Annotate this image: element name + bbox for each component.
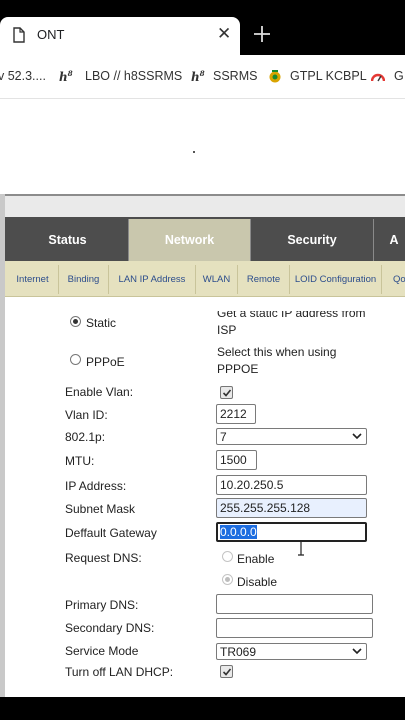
mtu-label: MTU: xyxy=(65,454,95,468)
bottom-bar xyxy=(0,697,405,720)
h8-logo-icon: h8 xyxy=(191,69,205,84)
enable-vlan-checkbox[interactable] xyxy=(220,386,233,399)
bookmark-item[interactable]: v 52.3.... xyxy=(0,69,46,83)
subtab-qos[interactable]: Qo xyxy=(387,265,405,294)
vlan-id-label: Vlan ID: xyxy=(65,408,108,422)
page-dot xyxy=(193,151,195,153)
ip-address-label: IP Address: xyxy=(65,479,127,493)
dns-disable-label: Disable xyxy=(237,575,278,589)
secondary-dns-input[interactable] xyxy=(216,618,373,638)
subtab-lan-ip-address[interactable]: LAN IP Address xyxy=(109,265,196,294)
subtab-internet[interactable]: Internet xyxy=(7,265,59,294)
chevron-down-icon xyxy=(352,648,362,655)
subtab-binding[interactable]: Binding xyxy=(59,265,109,294)
header-frame xyxy=(0,194,405,217)
enable-vlan-label: Enable Vlan: xyxy=(65,385,134,399)
gauge-icon xyxy=(371,73,385,82)
subtab-loid-configuration[interactable]: LOID Configuration xyxy=(290,265,382,294)
tab-status[interactable]: Status xyxy=(7,219,129,261)
bookmark-item[interactable]: G xyxy=(394,69,404,83)
vlan-id-input[interactable]: 2212 xyxy=(216,404,256,424)
static-radio[interactable] xyxy=(70,316,81,327)
browser-tab[interactable]: ONT ✕ xyxy=(0,17,240,55)
bookmark-item[interactable]: LBO // h8SSRMS xyxy=(85,69,182,83)
gtpl-logo-icon xyxy=(269,70,281,83)
default-gateway-label: Deffault Gateway xyxy=(65,526,157,540)
default-gateway-input[interactable]: 0.0.0.0 xyxy=(216,522,367,542)
dns-enable-radio[interactable] xyxy=(222,551,233,562)
subtab-wlan[interactable]: WLAN xyxy=(196,265,238,294)
8021p-label: 802.1p: xyxy=(65,430,106,444)
static-description: Get a static IP address from ISP xyxy=(217,311,366,337)
document-icon xyxy=(13,27,25,43)
tab-application[interactable]: A xyxy=(374,219,405,261)
subnet-mask-label: Subnet Mask xyxy=(65,502,136,516)
h8-logo-icon: h8 xyxy=(59,69,73,84)
checkmark-icon xyxy=(222,389,232,397)
new-tab-plus-icon[interactable] xyxy=(250,22,274,46)
tab-title: ONT xyxy=(37,27,65,42)
pppoe-radio[interactable] xyxy=(70,354,81,365)
static-label: Static xyxy=(86,316,117,330)
tab-network[interactable]: Network xyxy=(129,219,251,261)
main-navigation: Status Network Security A xyxy=(5,217,405,261)
lan-dhcp-label: Turn off LAN DHCP: xyxy=(65,665,174,679)
primary-dns-input[interactable] xyxy=(216,594,373,614)
request-dns-label: Request DNS: xyxy=(65,551,142,565)
secondary-dns-label: Secondary DNS: xyxy=(65,621,155,635)
8021p-selected-value: 7 xyxy=(220,430,227,444)
service-mode-selected-value: TR069 xyxy=(220,645,257,659)
pppoe-label: PPPoE xyxy=(86,355,125,369)
text-cursor-icon xyxy=(298,540,304,556)
sub-navigation: Internet Binding LAN IP Address WLAN Rem… xyxy=(5,261,405,297)
close-icon[interactable]: ✕ xyxy=(217,24,231,44)
chevron-down-icon xyxy=(352,433,362,440)
bookmark-item[interactable]: GTPL KCBPL xyxy=(290,69,367,83)
ip-address-input[interactable]: 10.20.250.5 xyxy=(216,475,367,495)
gateway-selected-text: 0.0.0.0 xyxy=(220,525,257,539)
8021p-select[interactable]: 7 xyxy=(216,428,367,445)
service-mode-label: Service Mode xyxy=(65,644,139,658)
dns-disable-radio[interactable] xyxy=(222,574,233,585)
subnet-mask-input[interactable]: 255.255.255.128 xyxy=(216,498,367,518)
bookmarks-bar: v 52.3.... h8 LBO // h8SSRMS h8 SSRMS GT… xyxy=(0,55,405,99)
browser-tab-strip: ONT ✕ xyxy=(0,0,405,55)
wan-form: Static Get a static IP address from ISP … xyxy=(5,311,405,697)
primary-dns-label: Primary DNS: xyxy=(65,598,139,612)
subtab-remote[interactable]: Remote xyxy=(238,265,290,294)
lan-dhcp-checkbox[interactable] xyxy=(220,665,233,678)
dns-enable-label: Enable xyxy=(237,552,275,566)
tab-security[interactable]: Security xyxy=(251,219,374,261)
service-mode-select[interactable]: TR069 xyxy=(216,643,367,660)
mtu-input[interactable]: 1500 xyxy=(216,450,257,470)
checkmark-icon xyxy=(222,668,232,676)
pppoe-description: Select this when using PPPOE xyxy=(217,345,337,376)
bookmark-item[interactable]: SSRMS xyxy=(213,69,257,83)
